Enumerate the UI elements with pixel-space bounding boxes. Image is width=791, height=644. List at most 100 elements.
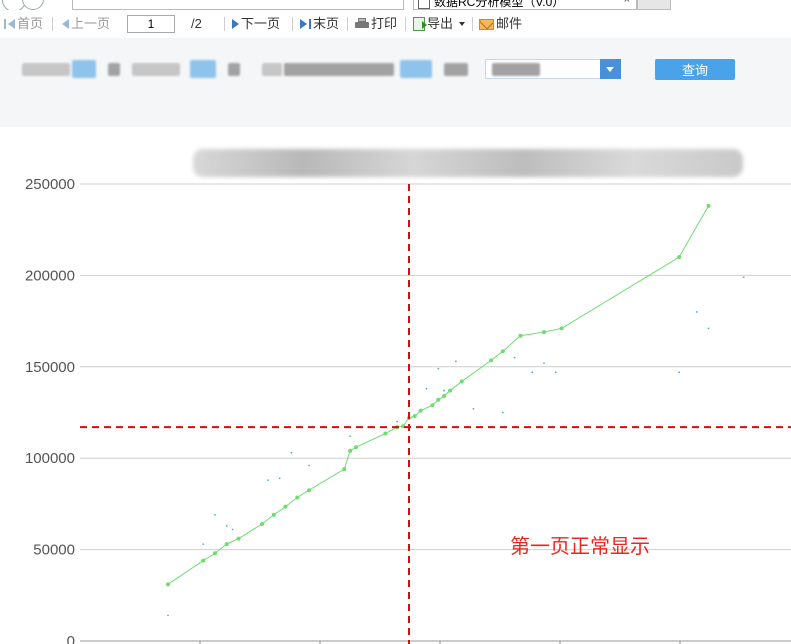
redacted-label	[228, 63, 240, 76]
scatter-point	[501, 411, 504, 414]
scatter-point	[349, 435, 352, 438]
forward-button[interactable]	[22, 0, 44, 10]
fitted-point	[166, 582, 170, 587]
page-icon	[418, 0, 430, 9]
fitted-point	[236, 536, 241, 541]
last-page-button[interactable]: 末页	[300, 16, 339, 32]
fitted-point	[542, 330, 546, 335]
toolbar-divider	[224, 17, 225, 31]
redacted-field[interactable]	[190, 60, 216, 78]
print-button[interactable]: 打印	[355, 16, 397, 32]
scatter-point	[454, 360, 457, 363]
scatter-point	[678, 371, 681, 374]
fitted-point	[442, 394, 447, 399]
print-label: 打印	[371, 16, 398, 31]
fitted-point	[342, 467, 347, 472]
chevron-down-icon	[459, 22, 466, 26]
export-icon	[413, 17, 427, 31]
browser-tab-strip: 数据RC分析模型（V.0） ×	[0, 0, 791, 12]
fitted-point	[489, 358, 494, 363]
scatter-point	[202, 543, 205, 546]
prev-page-icon	[62, 19, 69, 29]
report-toolbar: 首页 上一页 /2 下一页 末页 打印 导出 邮件	[0, 10, 791, 38]
toolbar-divider	[292, 17, 293, 31]
y-tick-label: 50000	[33, 542, 75, 559]
scatter-point	[290, 451, 293, 454]
fitted-point	[295, 495, 300, 500]
fitted-point	[436, 397, 441, 402]
toolbar-divider	[347, 17, 348, 31]
redacted-field[interactable]	[400, 60, 432, 78]
fitted-point	[559, 326, 564, 331]
scatter-point	[707, 327, 710, 330]
fitted-point	[283, 504, 288, 509]
scatter-point	[266, 479, 269, 482]
mail-button[interactable]: 邮件	[479, 16, 522, 32]
y-tick-label: 200000	[25, 267, 75, 284]
scatter-chart: 250000 200000 150000 100000 50000 0 第一页正常显示	[0, 127, 791, 644]
export-button[interactable]: 导出	[413, 16, 466, 32]
scatter-point	[554, 371, 557, 374]
browser-address-bar[interactable]	[72, 0, 404, 10]
first-page-icon	[4, 19, 6, 29]
y-tick-label: 250000	[25, 176, 75, 193]
fitted-point	[677, 255, 682, 260]
fitted-point	[224, 542, 229, 547]
chart-canvas: 250000 200000 150000 100000 50000 0 第一页正常显示	[25, 176, 791, 644]
mail-label: 邮件	[496, 16, 523, 31]
scatter-point	[425, 387, 428, 390]
fitted-point	[430, 403, 435, 408]
redacted-label	[284, 63, 394, 76]
fitted-point	[448, 388, 452, 393]
annotation-text: 第一页正常显示	[510, 534, 650, 558]
scatter-point	[437, 367, 440, 370]
redacted-label	[132, 63, 180, 76]
last-page-label: 末页	[313, 16, 340, 31]
fitted-line	[167, 205, 709, 585]
last-page-icon	[300, 19, 307, 29]
fitted-point	[418, 408, 423, 413]
prev-page-label: 上一页	[71, 16, 111, 31]
scatter-point	[742, 276, 745, 279]
toolbar-divider	[472, 17, 473, 31]
first-page-button[interactable]: 首页	[4, 16, 43, 32]
parameter-panel: 查询	[0, 38, 791, 165]
y-tick-label: 150000	[25, 359, 75, 376]
fitted-point	[518, 333, 523, 338]
export-label: 导出	[427, 16, 454, 31]
new-tab-button[interactable]	[637, 0, 671, 10]
fitted-point	[412, 414, 417, 419]
scatter-point	[695, 311, 698, 313]
y-tick-label: 100000	[25, 450, 75, 467]
scatter-point	[443, 389, 446, 392]
fitted-point	[348, 448, 353, 453]
next-page-button[interactable]: 下一页	[232, 16, 280, 32]
next-page-label: 下一页	[241, 16, 281, 31]
query-button[interactable]: 查询	[655, 59, 735, 80]
redacted-label	[262, 63, 282, 76]
first-page-label: 首页	[17, 16, 44, 31]
fitted-point	[307, 488, 311, 493]
page-number-input[interactable]	[127, 15, 175, 33]
redacted-label	[108, 63, 120, 76]
scatter-point	[513, 356, 516, 359]
page-total: /2	[191, 16, 202, 31]
scatter-point	[308, 464, 310, 467]
redacted-label	[444, 63, 468, 76]
dropdown-toggle[interactable]	[600, 59, 621, 79]
mail-icon	[479, 18, 494, 30]
prev-page-button[interactable]: 上一页	[62, 16, 110, 32]
close-tab-icon[interactable]: ×	[624, 0, 630, 6]
fitted-point	[213, 551, 217, 556]
toolbar-divider	[52, 17, 53, 31]
scatter-point	[231, 528, 234, 531]
fitted-point	[201, 558, 206, 563]
tab-title: 数据RC分析模型（V.0）	[434, 0, 565, 9]
fitted-point	[383, 431, 388, 436]
scatter-point	[225, 524, 228, 527]
redacted-field[interactable]	[72, 60, 96, 78]
fitted-point	[260, 522, 264, 527]
browser-tab-active[interactable]: 数据RC分析模型（V.0） ×	[413, 0, 637, 10]
fitted-point	[271, 512, 276, 517]
redacted-label	[22, 63, 70, 76]
